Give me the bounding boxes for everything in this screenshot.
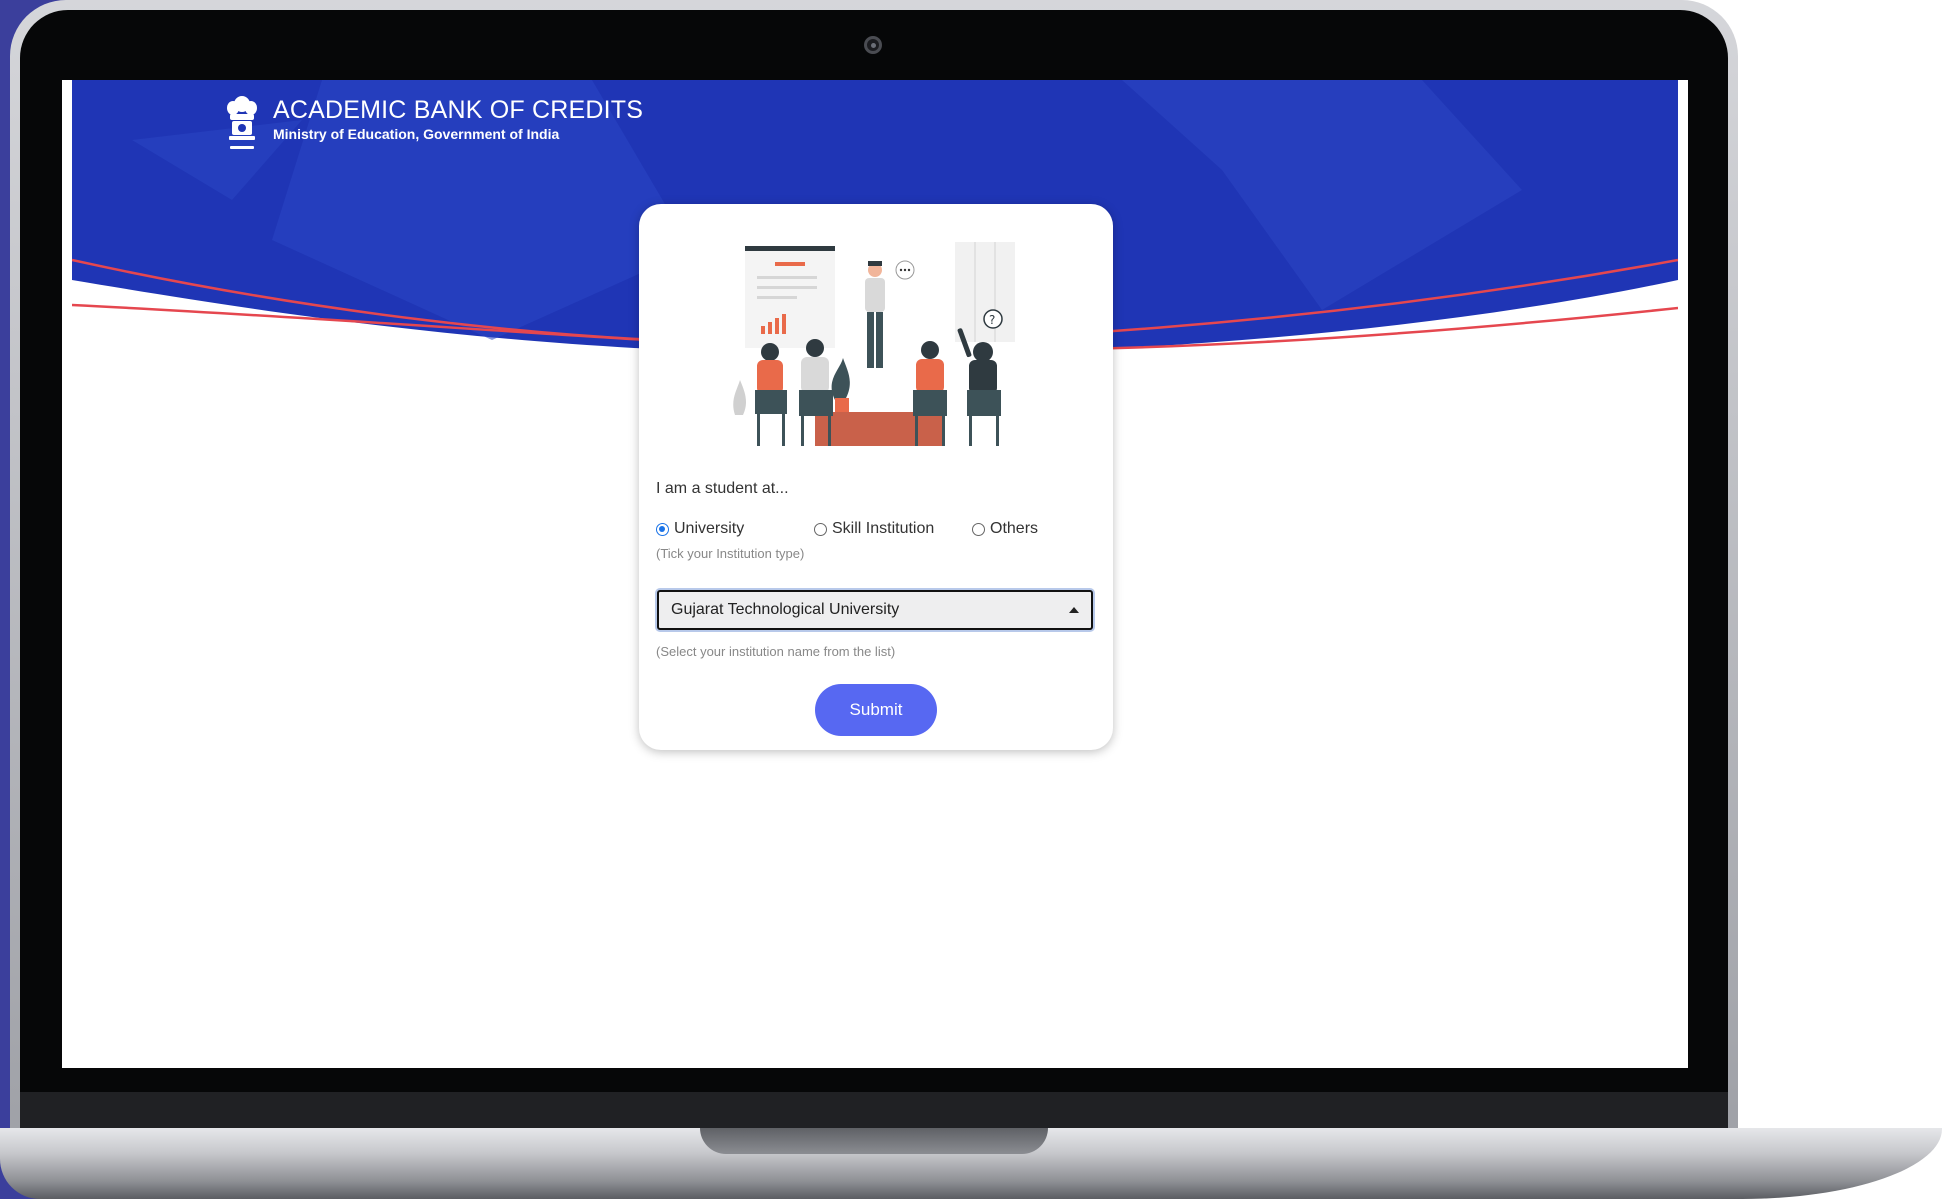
- radio-button[interactable]: [972, 522, 985, 536]
- header-brand: ACADEMIC BANK OF CREDITS Ministry of Edu…: [225, 94, 643, 154]
- site-title: ACADEMIC BANK OF CREDITS: [273, 96, 644, 124]
- institution-select-value: Gujarat Technological University: [671, 601, 900, 618]
- radio-others[interactable]: Others: [972, 520, 1038, 538]
- institution-type-hint: (Tick your Institution type): [656, 546, 805, 561]
- institution-select-hint: (Select your institution name from the l…: [656, 644, 896, 659]
- svg-text:?: ?: [989, 313, 995, 327]
- classroom-illustration: ?: [733, 242, 1015, 446]
- institution-type-group: University Skill Institution Others: [656, 520, 1096, 542]
- radio-university[interactable]: University: [656, 520, 744, 538]
- radio-others-label: Others: [990, 520, 1039, 537]
- national-emblem-icon: [227, 96, 257, 149]
- site-subtitle: Ministry of Education, Government of Ind…: [273, 126, 560, 142]
- radio-skill-institution[interactable]: Skill Institution: [814, 520, 934, 538]
- submit-button[interactable]: Submit: [815, 684, 937, 736]
- radio-skill-institution-label: Skill Institution: [832, 520, 935, 537]
- student-prompt: I am a student at...: [656, 480, 789, 497]
- laptop-bezel-bottom: [20, 1092, 1728, 1132]
- caret-up-icon: [1069, 607, 1079, 613]
- radio-button[interactable]: [814, 522, 827, 536]
- institution-select[interactable]: Gujarat Technological University: [657, 590, 1093, 630]
- screen: ACADEMIC BANK OF CREDITS Ministry of Edu…: [62, 80, 1688, 1068]
- camera-icon: [864, 36, 882, 54]
- radio-button-selected[interactable]: [656, 522, 669, 536]
- laptop-notch: [700, 1128, 1048, 1154]
- radio-university-label: University: [674, 520, 745, 537]
- institution-card: ? I am a student at... University Skill …: [639, 204, 1113, 750]
